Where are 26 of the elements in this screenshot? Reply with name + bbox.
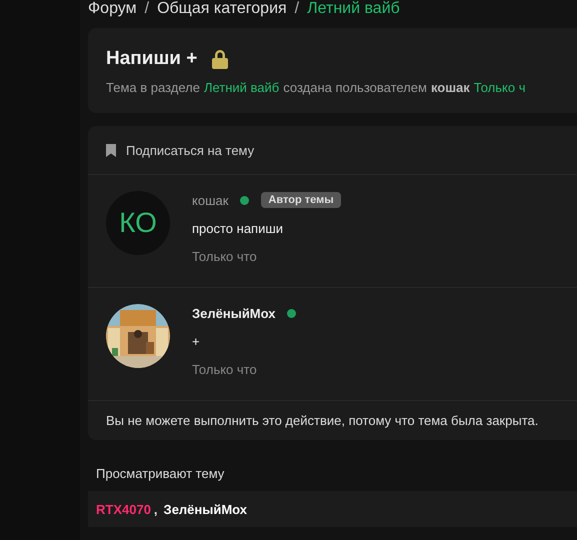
post-text: просто напиши <box>192 221 284 236</box>
post-text: + <box>192 334 201 349</box>
breadcrumb-link[interactable]: Общая категория <box>157 0 287 18</box>
breadcrumb-link[interactable]: Летний вайб <box>307 0 400 18</box>
subscribe-button[interactable]: Подписаться на тему <box>88 126 577 175</box>
time-link[interactable]: Только ч <box>474 80 526 95</box>
avatar[interactable]: КО <box>106 191 170 255</box>
username-link[interactable]: RTX4070 <box>96 502 151 516</box>
meta-text: Тема в разделе <box>106 80 200 95</box>
post-time[interactable]: Только что <box>192 362 296 377</box>
breadcrumb-separator: / <box>144 0 150 18</box>
username[interactable]: ЗелёныйМох <box>192 306 276 320</box>
breadcrumb-link[interactable]: Форум <box>88 0 137 18</box>
breadcrumb-separator: / <box>294 0 300 18</box>
separator: , <box>154 502 158 516</box>
meta-text: создана пользователем <box>283 80 427 95</box>
author-link[interactable]: кошак <box>430 80 470 95</box>
section-heading: Просматривают тему <box>95 466 226 481</box>
username[interactable]: кошак <box>192 192 228 208</box>
username-link[interactable]: ЗелёныйМох <box>164 502 248 516</box>
closed-notice: Вы не можете выполнить это действие, потому что тема была закрыта. <box>105 412 540 430</box>
bookmark-icon <box>106 144 116 156</box>
author-badge: Автор темы <box>261 192 341 208</box>
thread-title: Напиши + <box>106 48 198 70</box>
post-time[interactable]: Только что <box>192 249 341 264</box>
section-link[interactable]: Летний вайб <box>204 80 280 95</box>
